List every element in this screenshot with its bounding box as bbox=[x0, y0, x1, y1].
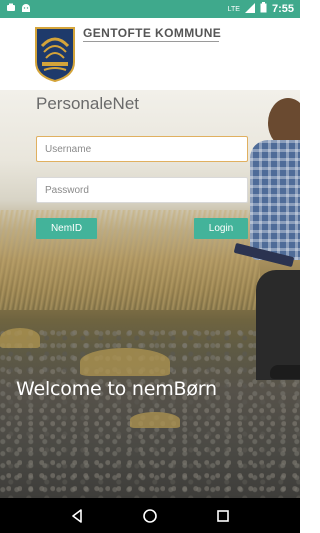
nemid-button[interactable]: NemID bbox=[36, 218, 97, 239]
notification-icon bbox=[6, 3, 16, 16]
password-input[interactable] bbox=[36, 177, 248, 203]
grass-tuft bbox=[80, 348, 170, 376]
status-time: 7:55 bbox=[271, 3, 294, 15]
person-shoe bbox=[270, 365, 300, 379]
gentofte-crest-icon bbox=[34, 26, 76, 83]
network-type: LTE bbox=[227, 5, 240, 13]
welcome-text: Welcome to nemBørn bbox=[16, 378, 217, 400]
status-right: LTE 7:55 bbox=[228, 2, 294, 16]
home-icon[interactable] bbox=[138, 504, 162, 528]
status-left bbox=[6, 3, 31, 16]
person-shirt bbox=[250, 140, 300, 260]
grass-tuft bbox=[130, 412, 180, 428]
recents-icon[interactable] bbox=[211, 504, 235, 528]
battery-icon bbox=[260, 2, 267, 16]
brand-divider bbox=[83, 41, 219, 42]
login-button[interactable]: Login bbox=[194, 218, 248, 239]
grass-tuft bbox=[0, 328, 40, 348]
signal-icon bbox=[244, 2, 255, 16]
username-input[interactable] bbox=[36, 136, 248, 162]
person-legs bbox=[256, 270, 300, 380]
brand-title: GENTOFTE KOMMUNE bbox=[83, 26, 222, 40]
header: GENTOFTE KOMMUNE bbox=[0, 18, 300, 90]
back-icon[interactable] bbox=[65, 504, 89, 528]
screen: LTE 7:55 GENTOFTE KOMMUNE PersonaleNet U… bbox=[0, 0, 300, 533]
app-title: PersonaleNet bbox=[36, 94, 140, 113]
navigation-bar bbox=[0, 498, 300, 533]
android-icon bbox=[21, 3, 31, 16]
status-bar: LTE 7:55 bbox=[0, 0, 300, 18]
